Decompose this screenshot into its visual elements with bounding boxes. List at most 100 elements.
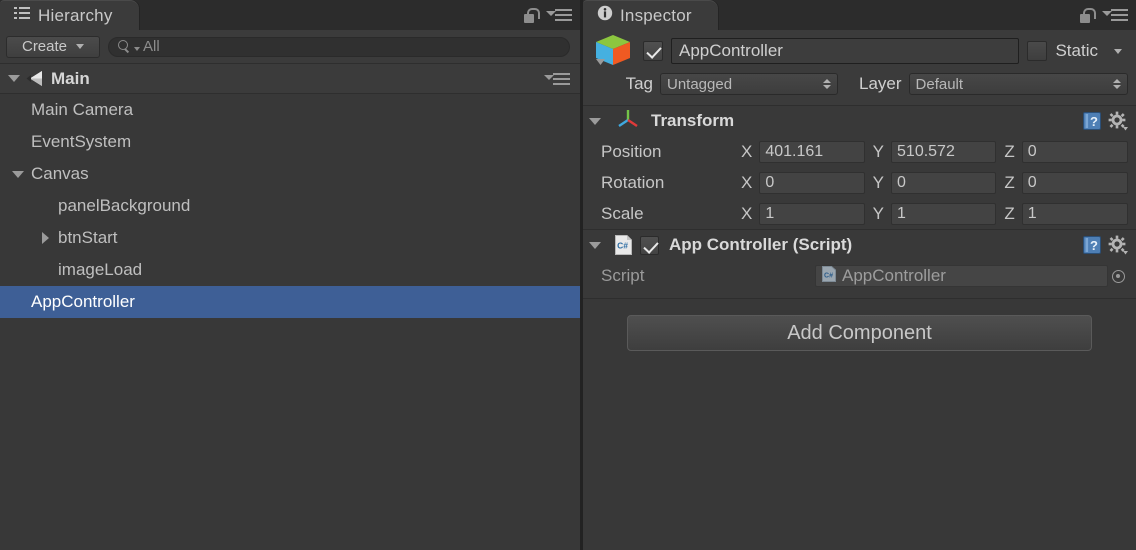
- layer-label: Layer: [859, 74, 902, 93]
- hierarchy-item-label: Main Camera: [31, 100, 134, 119]
- app-controller-enabled-checkbox[interactable]: [640, 235, 659, 255]
- value: 0: [897, 173, 906, 191]
- hierarchy-item-label: EventSystem: [31, 132, 132, 151]
- foldout-arrow-icon: [41, 232, 49, 244]
- svg-text:C#: C#: [824, 272, 833, 279]
- layer-stepper-icon: [1112, 79, 1121, 89]
- lock-open-icon[interactable]: [1080, 7, 1096, 23]
- layer-dropdown[interactable]: Default: [908, 73, 1128, 95]
- scene-name-label: Main: [51, 68, 90, 88]
- transform-foldout-icon[interactable]: [589, 117, 601, 125]
- unity-editor-window: Hierarchy Create All Main Main Camera Ev…: [0, 0, 1136, 550]
- transform-scale-x-input[interactable]: 1: [759, 202, 865, 225]
- transform-rotation-x-cell: X0: [741, 171, 865, 194]
- scene-foldout-icon[interactable]: [8, 75, 20, 82]
- hierarchy-item-canvas[interactable]: Canvas: [0, 158, 580, 190]
- scene-menu-icon[interactable]: [544, 72, 570, 86]
- transform-scale-x-cell: X1: [741, 202, 865, 225]
- transform-scale-label: Scale: [601, 203, 644, 223]
- tree-foldout-closed-icon[interactable]: [37, 232, 53, 244]
- svg-text:?: ?: [1090, 114, 1098, 129]
- axis-label-x: X: [741, 203, 753, 223]
- hierarchy-item-main-camera[interactable]: Main Camera: [0, 94, 580, 126]
- lock-open-icon[interactable]: [524, 7, 540, 23]
- gear-icon[interactable]: [1108, 235, 1128, 255]
- axis-label-x: X: [741, 172, 753, 192]
- search-filter-chevron-icon[interactable]: [134, 46, 140, 51]
- static-dropdown-chevron-icon[interactable]: [1114, 48, 1122, 54]
- create-button[interactable]: Create: [6, 35, 100, 58]
- hierarchy-item-label: panelBackground: [58, 196, 191, 215]
- hierarchy-item-label: imageLoad: [58, 260, 143, 279]
- script-object-field[interactable]: C# AppController: [815, 265, 1108, 287]
- gameobject-header: AppController Static Tag Untagged Layer …: [583, 30, 1136, 105]
- transform-position-z-input[interactable]: 0: [1021, 140, 1129, 163]
- add-component-button[interactable]: Add Component: [627, 315, 1092, 351]
- hierarchy-toolbar: Create All: [0, 30, 580, 64]
- transform-rotation-y-cell: Y0: [873, 171, 997, 194]
- transform-row-rotation: Rotation X 0 Y 0 Z 0: [583, 167, 1136, 198]
- static-label: Static: [1055, 41, 1098, 60]
- transform-position-z-cell: Z0: [1004, 140, 1129, 163]
- hierarchy-item-imageload[interactable]: imageLoad: [0, 254, 580, 286]
- axis-label-x: X: [741, 141, 753, 161]
- tab-inspector-label: Inspector: [620, 5, 692, 25]
- value: 401.161: [765, 142, 824, 160]
- hierarchy-item-appcontroller[interactable]: AppController: [0, 286, 580, 318]
- hierarchy-tab-controls: [524, 0, 572, 30]
- tab-inspector[interactable]: Inspector: [583, 0, 718, 30]
- hierarchy-tabstrip: Hierarchy: [0, 0, 580, 30]
- panel-menu-icon[interactable]: [1102, 8, 1128, 22]
- csharp-script-icon: C#: [822, 265, 836, 287]
- transform-rotation-y-input[interactable]: 0: [891, 171, 997, 194]
- transform-position-y-input[interactable]: 510.572: [891, 140, 997, 163]
- script-reference-row: Script C# AppController: [583, 260, 1136, 292]
- transform-title: Transform: [651, 111, 735, 130]
- hierarchy-item-label: btnStart: [58, 228, 118, 247]
- axis-label-z: Z: [1004, 141, 1015, 161]
- transform-header[interactable]: Transform ?: [583, 106, 1136, 136]
- panel-menu-icon[interactable]: [546, 8, 572, 22]
- hierarchy-item-eventsystem[interactable]: EventSystem: [0, 126, 580, 158]
- info-circle-icon: [597, 5, 613, 26]
- tag-dropdown[interactable]: Untagged: [660, 73, 838, 95]
- value: 510.572: [897, 142, 955, 160]
- transform-scale-z-input[interactable]: 1: [1021, 202, 1129, 225]
- tree-foldout-open-icon[interactable]: [10, 170, 26, 178]
- create-button-label: Create: [21, 38, 68, 55]
- transform-axes-icon: [615, 108, 641, 135]
- value: 0: [1027, 173, 1037, 191]
- hierarchy-item-btnstart[interactable]: btnStart: [0, 222, 580, 254]
- tab-hierarchy[interactable]: Hierarchy: [0, 0, 139, 30]
- static-checkbox[interactable]: [1027, 41, 1048, 61]
- transform-position-x-input[interactable]: 401.161: [759, 140, 865, 163]
- axis-label-z: Z: [1004, 203, 1015, 223]
- foldout-arrow-icon: [12, 170, 24, 178]
- gear-icon[interactable]: [1108, 111, 1128, 131]
- transform-rotation-z-input[interactable]: 0: [1021, 171, 1129, 194]
- axis-label-y: Y: [872, 141, 885, 161]
- help-book-icon[interactable]: ?: [1082, 235, 1102, 255]
- hierarchy-search-input[interactable]: All: [108, 36, 570, 57]
- object-picker-icon[interactable]: [1108, 269, 1128, 283]
- value: 1: [1027, 204, 1037, 222]
- gameobject-name-input[interactable]: AppController: [671, 38, 1020, 64]
- inspector-tabstrip: Inspector: [583, 0, 1136, 30]
- hierarchy-item-label: Canvas: [31, 164, 89, 183]
- hierarchy-item-panelbackground[interactable]: panelBackground: [0, 190, 580, 222]
- gameobject-enabled-checkbox[interactable]: [643, 41, 663, 61]
- help-book-icon[interactable]: ?: [1082, 111, 1102, 131]
- gameobject-name-value: AppController: [679, 41, 783, 60]
- app-controller-header[interactable]: C# App Controller (Script) ?: [583, 230, 1136, 260]
- scene-root-row[interactable]: Main: [0, 64, 580, 94]
- app-controller-foldout-icon[interactable]: [589, 241, 601, 249]
- transform-scale-y-input[interactable]: 1: [891, 202, 997, 225]
- value: 1: [765, 204, 775, 222]
- axis-label-y: Y: [872, 203, 885, 223]
- transform-rotation-z-cell: Z0: [1004, 171, 1129, 194]
- transform-scale-z-cell: Z1: [1004, 202, 1129, 225]
- layer-value: Default: [915, 75, 964, 93]
- transform-rotation-x-input[interactable]: 0: [759, 171, 865, 194]
- value: 1: [897, 204, 906, 222]
- csharp-script-icon: C#: [615, 235, 632, 255]
